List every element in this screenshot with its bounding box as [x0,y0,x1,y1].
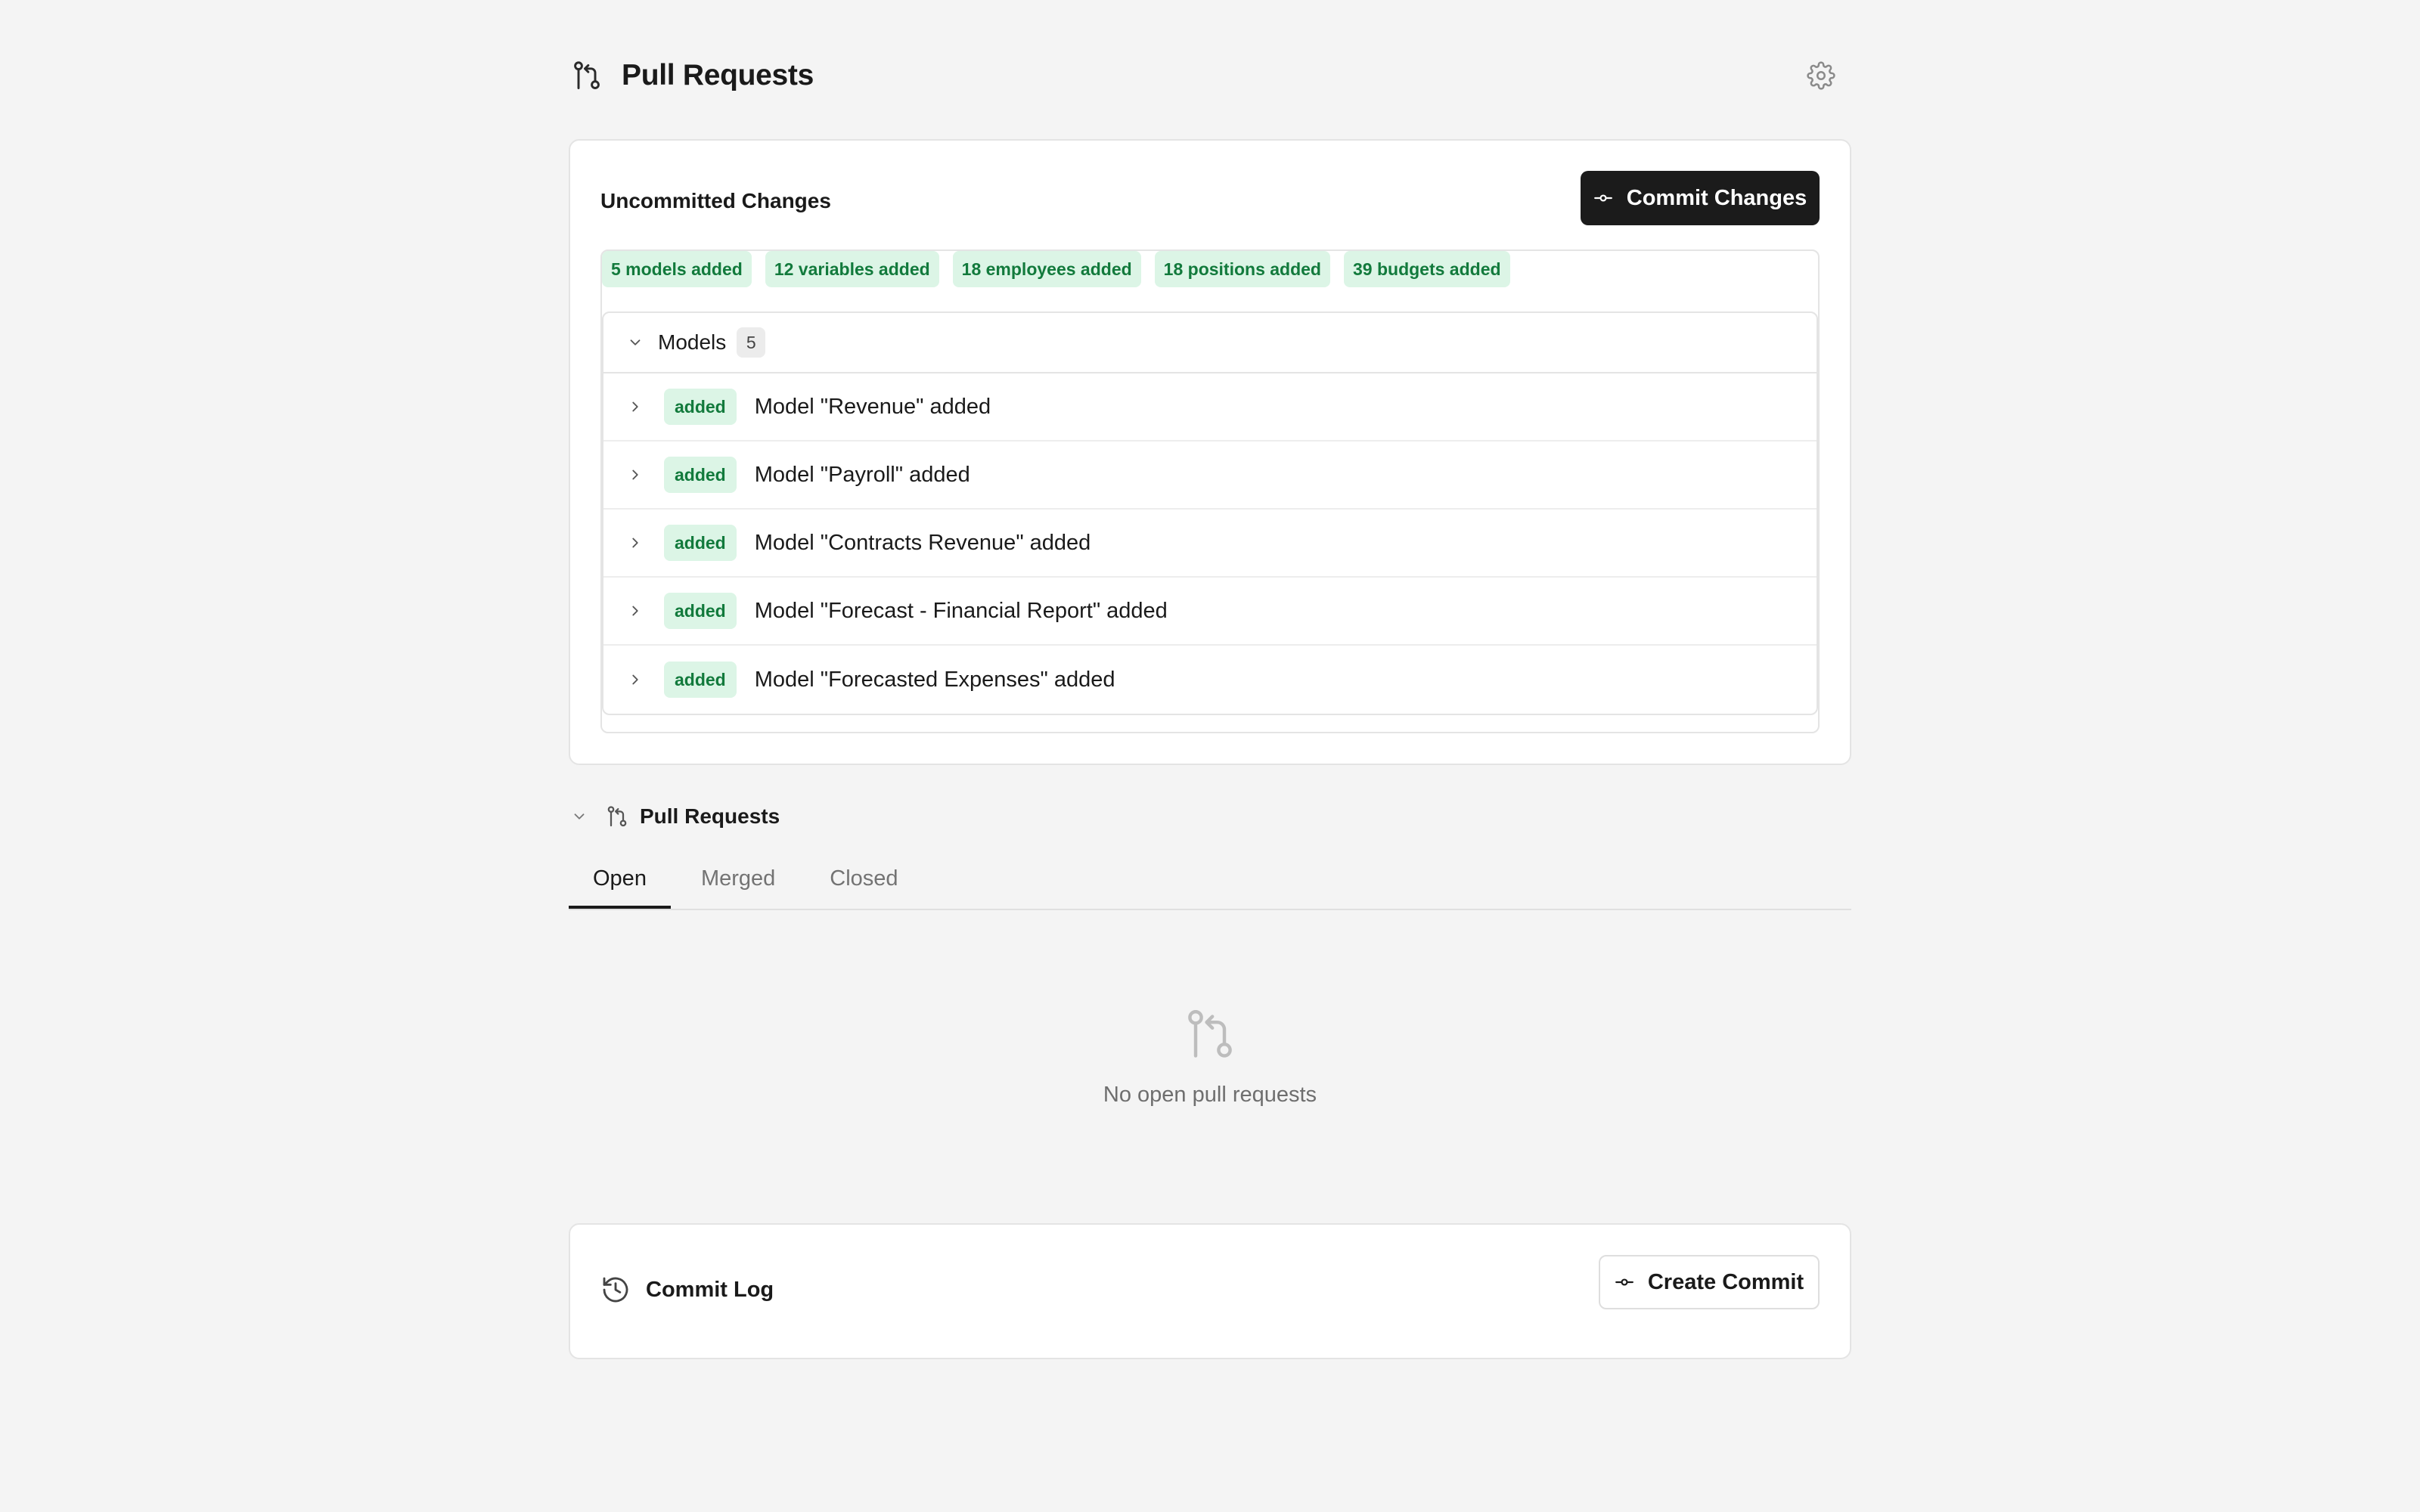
model-row[interactable]: added Model "Revenue" added [603,373,1817,442]
git-pull-request-icon [1181,1005,1239,1063]
model-row-text: Model "Payroll" added [754,462,970,487]
git-commit-icon [1593,188,1613,208]
chevron-right-icon [625,532,646,553]
empty-state: No open pull requests [569,1005,1851,1108]
status-badge: added [664,389,737,425]
summary-badge-variables: 12 variables added [765,251,939,287]
model-row[interactable]: added Model "Forecasted Expenses" added [603,646,1817,714]
model-row-text: Model "Forecasted Expenses" added [754,667,1115,692]
chevron-right-icon [625,669,646,690]
chevron-down-icon [625,332,646,353]
status-badge: added [664,662,737,698]
chevron-right-icon [625,464,646,485]
commit-log-header: Commit Log [600,1273,774,1306]
chevron-down-icon [569,806,590,827]
tab-open[interactable]: Open [569,851,671,909]
commit-log-title: Commit Log [646,1277,774,1302]
model-row[interactable]: added Model "Forecast - Financial Report… [603,578,1817,646]
chevron-right-icon [625,396,646,417]
empty-state-text: No open pull requests [1103,1083,1317,1107]
models-count-badge: 5 [737,327,766,358]
create-commit-button[interactable]: Create Commit [1599,1255,1820,1309]
model-row-text: Model "Revenue" added [754,394,991,419]
pull-requests-section-header[interactable]: Pull Requests [569,800,780,833]
commit-changes-button[interactable]: Commit Changes [1581,171,1820,225]
pull-requests-section-title: Pull Requests [640,804,780,828]
summary-badge-models: 5 models added [602,251,752,287]
gear-icon[interactable] [1804,59,1838,92]
page-title: Pull Requests [622,59,814,91]
status-badge: added [664,525,737,561]
status-badge: added [664,457,737,493]
models-group-label: Models [658,330,727,354]
summary-badge-positions: 18 positions added [1154,251,1330,287]
models-group-header[interactable]: Models 5 [603,313,1817,373]
commit-log-card: Commit Log Create Commit [569,1223,1851,1359]
commit-changes-label: Commit Changes [1626,185,1807,210]
status-badge: added [664,593,737,629]
create-commit-label: Create Commit [1647,1269,1804,1294]
git-pull-request-icon [605,804,629,829]
summary-badge-budgets: 39 budgets added [1344,251,1510,287]
tab-closed[interactable]: Closed [805,851,922,909]
model-row[interactable]: added Model "Payroll" added [603,442,1817,510]
summary-badges: 5 models added 12 variables added 18 emp… [602,251,1510,287]
history-icon [600,1275,631,1305]
git-commit-icon [1615,1272,1634,1292]
changes-box: 5 models added 12 variables added 18 emp… [600,249,1820,733]
models-panel: Models 5 added Model "Revenue" added add… [602,311,1818,715]
tab-merged[interactable]: Merged [671,851,805,909]
git-pull-request-icon [569,57,605,94]
chevron-right-icon [625,600,646,621]
pull-request-tabs: Open Merged Closed [569,851,1851,910]
model-row-text: Model "Contracts Revenue" added [754,530,1091,555]
page-header: Pull Requests [569,50,1851,101]
model-row-text: Model "Forecast - Financial Report" adde… [754,598,1168,623]
model-row[interactable]: added Model "Contracts Revenue" added [603,510,1817,578]
uncommitted-changes-title: Uncommitted Changes [600,189,831,212]
uncommitted-changes-card: Uncommitted Changes Commit Changes 5 mod… [569,139,1851,765]
summary-badge-employees: 18 employees added [952,251,1141,287]
